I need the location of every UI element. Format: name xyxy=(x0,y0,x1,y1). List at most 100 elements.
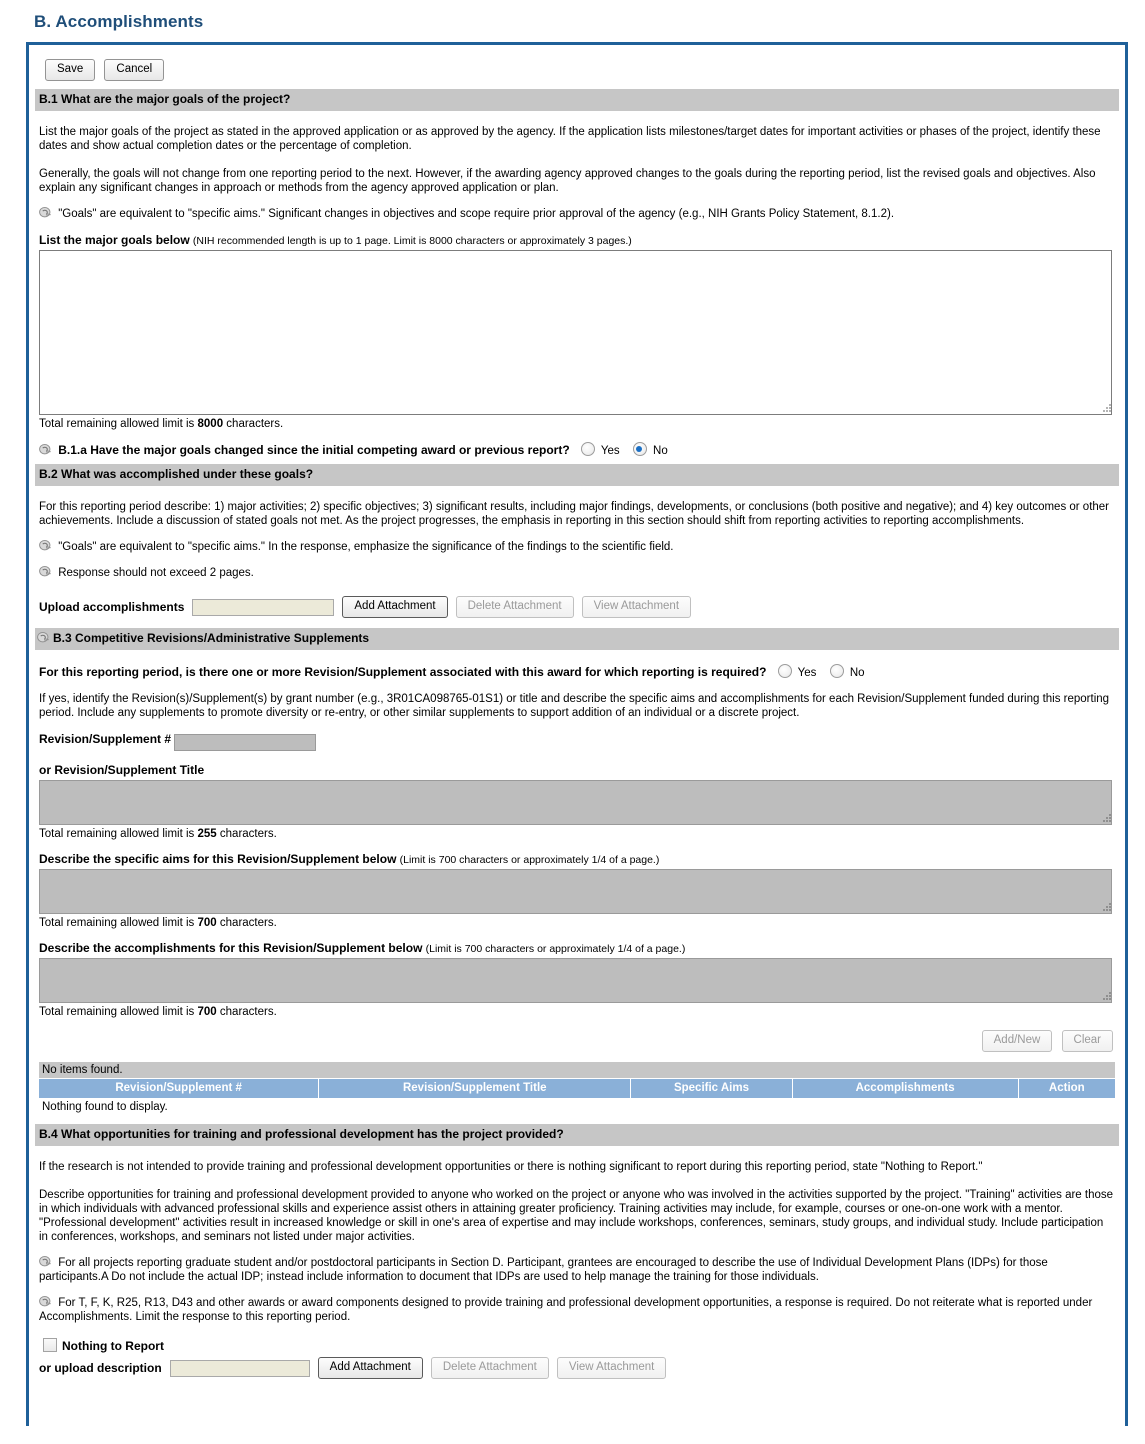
section-header-b2: B.2 What was accomplished under these go… xyxy=(35,464,1119,486)
b3-action-buttons: Add/New Clear xyxy=(39,1018,1115,1056)
note-hand-icon xyxy=(39,207,51,218)
b1-note-1-text: "Goals" are equivalent to "specific aims… xyxy=(58,208,895,220)
b2-view-attachment-button[interactable]: View Attachment xyxy=(581,596,692,618)
b2-paragraph-1: For this reporting period describe: 1) m… xyxy=(39,501,1110,527)
b3-accomplishments-hint: (Limit is 700 characters or approximatel… xyxy=(425,943,686,955)
b2-upload-input[interactable] xyxy=(192,598,335,616)
b1-field-hint: (NIH recommended length is up to 1 page.… xyxy=(192,235,632,247)
revision-accomplishments-textarea[interactable] xyxy=(39,958,1112,1003)
b3-question-text: For this reporting period, is there one … xyxy=(39,665,767,679)
note-hand-icon xyxy=(39,1296,51,1307)
revision-supplement-title-textarea[interactable] xyxy=(39,780,1112,825)
table-header-specific-aims[interactable]: Specific Aims xyxy=(630,1079,793,1098)
b3-aims-label-row: Describe the specific aims for this Revi… xyxy=(39,852,1115,867)
section-body-b1: List the major goals of the project as s… xyxy=(35,125,1119,458)
note-hand-icon xyxy=(39,566,51,577)
revisions-table: Revision/Supplement # Revision/Supplemen… xyxy=(39,1079,1115,1098)
revision-supplement-number-input[interactable] xyxy=(174,734,317,751)
b1-paragraph-1: List the major goals of the project as s… xyxy=(39,126,1101,152)
table-empty-message: Nothing found to display. xyxy=(42,1101,168,1113)
b3-accomp-limit-prefix: Total remaining allowed limit is xyxy=(39,1006,198,1018)
note-hand-icon xyxy=(39,1256,51,1267)
b3-title-label: or Revision/Supplement Title xyxy=(39,763,205,777)
b3-accomp-limit-suffix: characters. xyxy=(216,1006,277,1018)
b3-accomplishments-label: Describe the accomplishments for this Re… xyxy=(39,941,423,955)
b4-upload-label: or upload description xyxy=(39,1361,162,1375)
b3-title-limit-prefix: Total remaining allowed limit is xyxy=(39,828,198,840)
cancel-button[interactable]: Cancel xyxy=(104,59,165,81)
nothing-to-report-checkbox[interactable] xyxy=(43,1338,57,1352)
b3-paragraph-1: If yes, identify the Revision(s)/Supplem… xyxy=(39,693,1110,719)
section-header-b1: B.1 What are the major goals of the proj… xyxy=(35,89,1119,111)
b4-paragraph-1: If the research is not intended to provi… xyxy=(39,1161,983,1173)
b2-delete-attachment-button[interactable]: Delete Attachment xyxy=(455,596,574,618)
b1-limit-number: 8000 xyxy=(197,418,224,430)
b3-aims-limit-prefix: Total remaining allowed limit is xyxy=(39,917,198,929)
specific-aims-textarea[interactable] xyxy=(39,869,1112,914)
b3-title-limit-text: Total remaining allowed limit is 255 cha… xyxy=(39,828,1115,840)
b3-aims-label: Describe the specific aims for this Revi… xyxy=(39,852,397,866)
b1a-question-text: B.1.a Have the major goals changed since… xyxy=(58,443,570,457)
b3-radio-yes[interactable] xyxy=(777,664,792,678)
b2-note-1-text: "Goals" are equivalent to "specific aims… xyxy=(58,541,674,553)
b2-note-2-text: Response should not exceed 2 pages. xyxy=(58,567,254,579)
b2-note-2: Response should not exceed 2 pages. xyxy=(39,566,1115,580)
b3-radio-no-label: No xyxy=(849,667,865,679)
section-body-b2: For this reporting period describe: 1) m… xyxy=(35,500,1119,618)
b2-add-attachment-button[interactable]: Add Attachment xyxy=(342,596,448,618)
b1-limit-prefix: Total remaining allowed limit is xyxy=(39,418,198,430)
b3-aims-hint: (Limit is 700 characters or approximatel… xyxy=(399,854,660,866)
section-header-b3: B.3 Competitive Revisions/Administrative… xyxy=(35,628,1119,650)
table-header-revision-number[interactable]: Revision/Supplement # xyxy=(39,1079,320,1098)
b1-paragraph-2: Generally, the goals will not change fro… xyxy=(39,168,1096,194)
b3-number-label: Revision/Supplement # xyxy=(39,732,172,746)
b4-upload-row: or upload description Add Attachment Del… xyxy=(39,1357,1115,1379)
b1a-radio-yes[interactable] xyxy=(580,442,595,456)
b3-aims-limit-suffix: characters. xyxy=(216,917,277,929)
section-header-b3-text: B.3 Competitive Revisions/Administrative… xyxy=(53,631,370,645)
b4-upload-input[interactable] xyxy=(169,1359,310,1377)
b1-field-label: List the major goals below xyxy=(39,233,190,247)
table-header-accomplishments[interactable]: Accomplishments xyxy=(792,1079,1019,1098)
b3-radio-no[interactable] xyxy=(829,664,844,678)
no-items-found-bar: No items found. xyxy=(39,1062,1115,1078)
add-new-button[interactable]: Add/New xyxy=(981,1030,1053,1052)
note-hand-icon xyxy=(37,632,49,643)
b4-add-attachment-button[interactable]: Add Attachment xyxy=(317,1357,423,1379)
b1a-question-row: B.1.a Have the major goals changed since… xyxy=(39,442,1115,458)
b3-title-limit-number: 255 xyxy=(197,828,217,840)
table-header-action[interactable]: Action xyxy=(1018,1079,1115,1098)
table-header-row: Revision/Supplement # Revision/Supplemen… xyxy=(39,1079,1115,1098)
b4-note-2: For T, F, K, R25, R13, D43 and other awa… xyxy=(39,1296,1115,1324)
b2-upload-row: Upload accomplishments Add Attachment De… xyxy=(39,596,1115,618)
note-hand-icon xyxy=(39,444,51,455)
b3-number-row: Revision/Supplement # xyxy=(39,732,1115,751)
table-header-revision-title[interactable]: Revision/Supplement Title xyxy=(318,1079,632,1098)
b4-note-1-text: For all projects reporting graduate stud… xyxy=(39,1257,1048,1283)
b3-aims-limit-text: Total remaining allowed limit is 700 cha… xyxy=(39,917,1115,929)
b4-delete-attachment-button[interactable]: Delete Attachment xyxy=(430,1357,549,1379)
b2-upload-label: Upload accomplishments xyxy=(39,600,185,614)
b3-title-limit-suffix: characters. xyxy=(216,828,277,840)
b1a-radio-no-label: No xyxy=(653,445,668,457)
save-button[interactable]: Save xyxy=(45,59,96,81)
b1-limit-text: Total remaining allowed limit is 8000 ch… xyxy=(39,418,1115,430)
b1-note-1: "Goals" are equivalent to "specific aims… xyxy=(39,207,1115,221)
b4-note-2-text: For T, F, K, R25, R13, D43 and other awa… xyxy=(39,1297,1093,1323)
b3-aims-limit-number: 700 xyxy=(197,917,217,929)
b2-note-1: "Goals" are equivalent to "specific aims… xyxy=(39,540,1115,554)
b3-accomp-label-row: Describe the accomplishments for this Re… xyxy=(39,941,1115,956)
b1-limit-suffix: characters. xyxy=(223,418,284,430)
b1a-radio-no[interactable] xyxy=(632,442,647,456)
form-toolbar: Save Cancel xyxy=(35,53,1119,89)
accomplishments-form-panel: Save Cancel B.1 What are the major goals… xyxy=(26,42,1128,1426)
major-goals-textarea[interactable] xyxy=(39,250,1112,415)
b3-title-label-row: or Revision/Supplement Title xyxy=(39,763,1115,778)
b3-accomp-limit-text: Total remaining allowed limit is 700 cha… xyxy=(39,1006,1115,1018)
clear-button[interactable]: Clear xyxy=(1061,1030,1113,1052)
b4-view-attachment-button[interactable]: View Attachment xyxy=(556,1357,667,1379)
section-header-b4: B.4 What opportunities for training and … xyxy=(35,1124,1119,1146)
page-title: B. Accomplishments xyxy=(34,12,204,31)
b3-radio-yes-label: Yes xyxy=(797,667,817,679)
section-body-b4: If the research is not intended to provi… xyxy=(35,1160,1119,1379)
